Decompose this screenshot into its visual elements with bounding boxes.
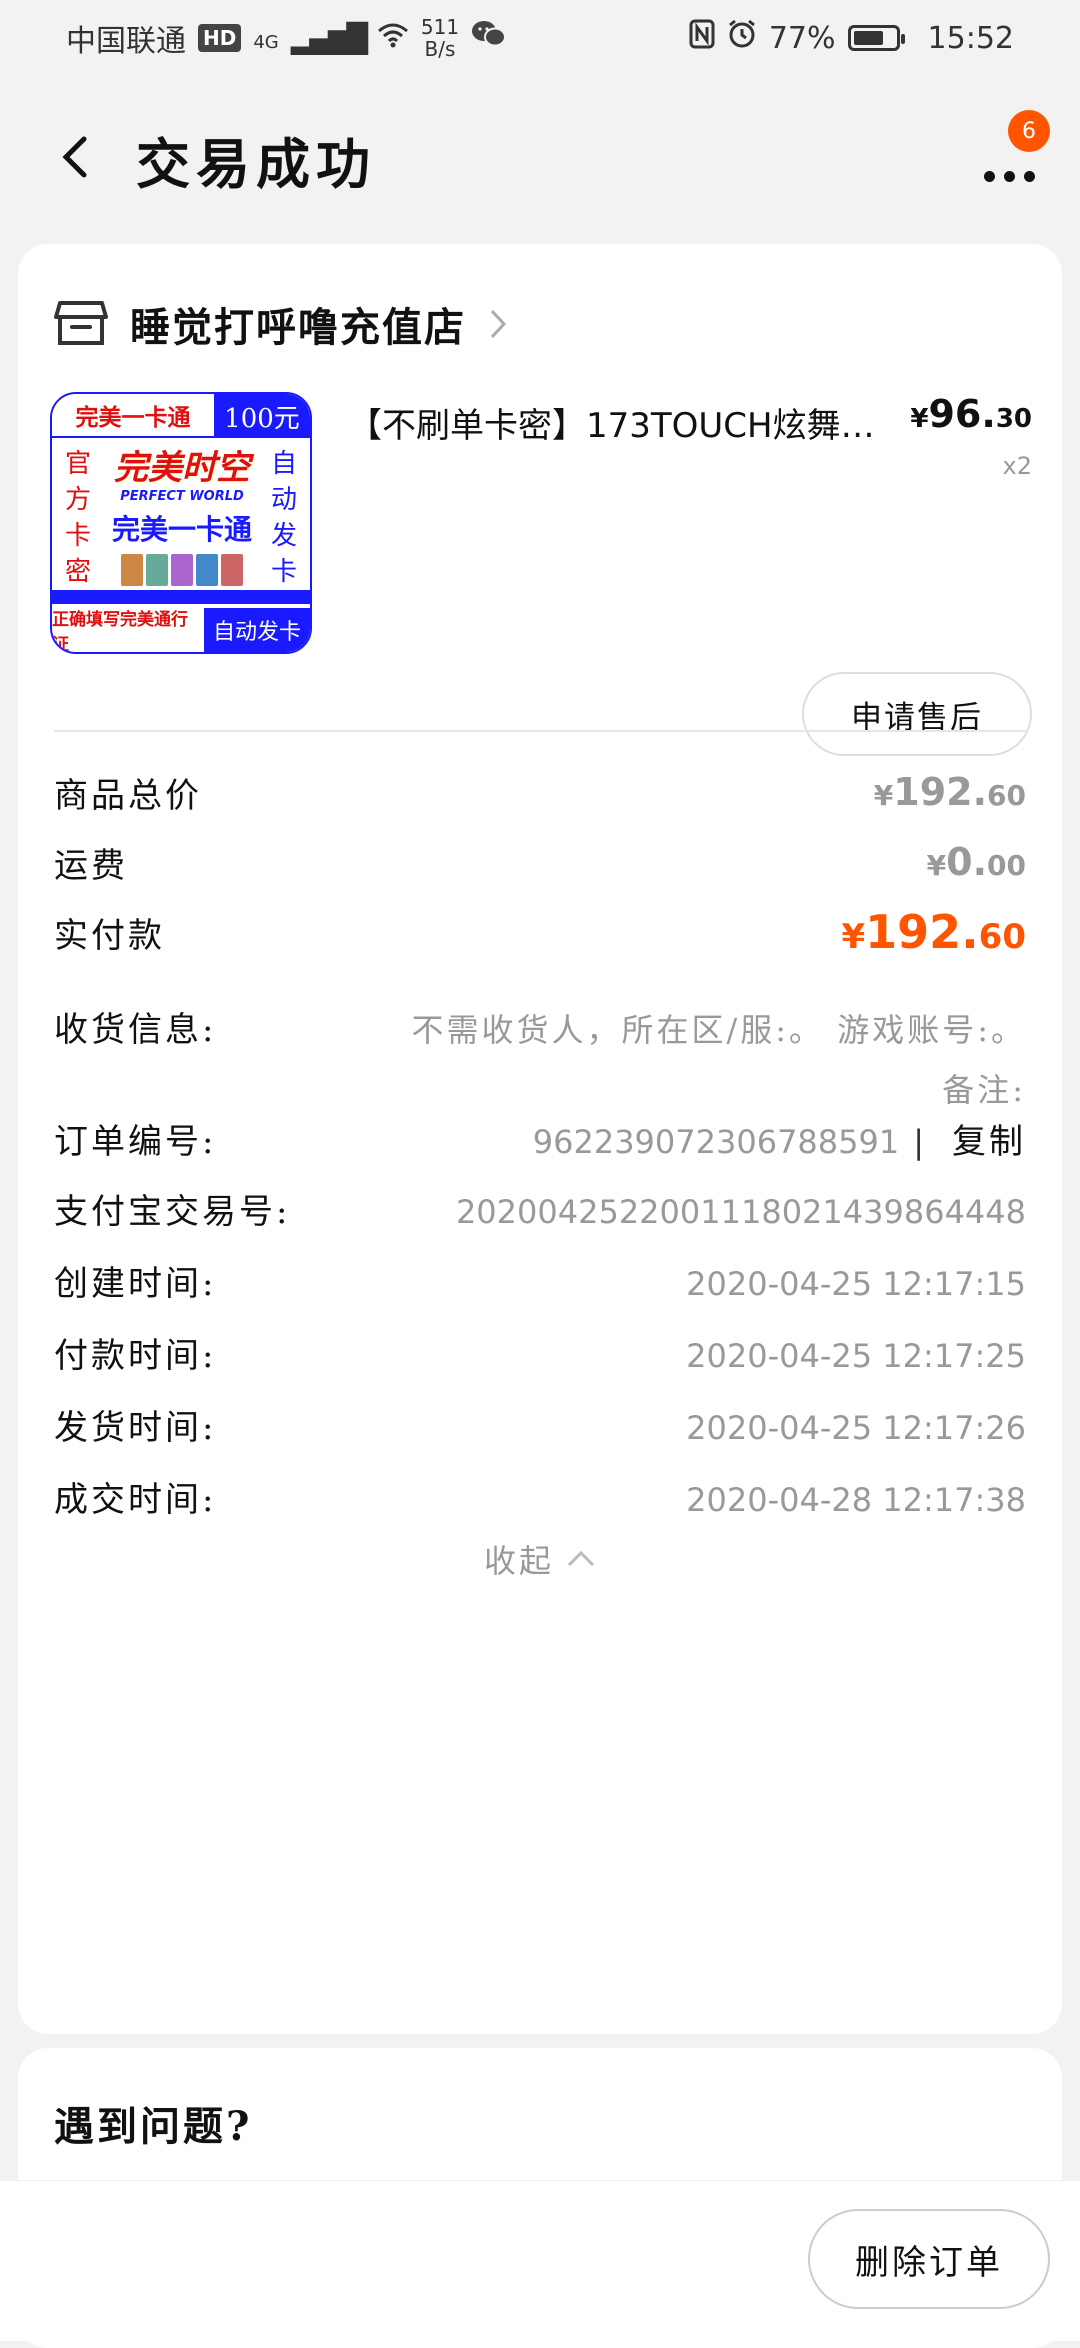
- more-icon: [983, 170, 1035, 182]
- order-number-label: 订单编号:: [54, 1122, 217, 1162]
- shipped-time-row: 发货时间: 2020-04-25 12:17:26: [54, 1398, 1026, 1458]
- status-bar-left: 中国联通 HD 4G ▂▄▆█ 511 B/s: [66, 16, 507, 60]
- image-text-bottom-right: 自动发卡: [204, 608, 310, 652]
- image-thumbnails: [102, 554, 262, 586]
- delivery-info-row: 收货信息: 不需收货人，所在区/服:。 游戏账号:。 备注:: [54, 1000, 1026, 1120]
- alarm-icon: [727, 19, 757, 57]
- status-bar: 中国联通 HD 4G ▂▄▆█ 511 B/s 77% 15:52: [0, 0, 1080, 76]
- paid-value: ¥192.60: [841, 905, 1027, 959]
- after-sale-button[interactable]: 申请售后: [802, 672, 1032, 756]
- copy-button[interactable]: 复制: [952, 1122, 1026, 1162]
- shop-link[interactable]: 睡觉打呼噜充值店: [54, 284, 508, 364]
- nav-bar: 交易成功 6: [0, 100, 1080, 220]
- delete-order-button[interactable]: 删除订单: [808, 2209, 1050, 2309]
- goods-total-label: 商品总价: [54, 775, 202, 816]
- created-time-row: 创建时间: 2020-04-25 12:17:15: [54, 1254, 1026, 1314]
- shipping-value: ¥0.00: [926, 840, 1026, 884]
- paid-time-row: 付款时间: 2020-04-25 12:17:25: [54, 1326, 1026, 1386]
- back-button[interactable]: [40, 122, 110, 192]
- closed-time-value: 2020-04-28 12:17:38: [686, 1481, 1026, 1519]
- store-icon: [54, 301, 108, 345]
- shop-name: 睡觉打呼噜充值店: [130, 304, 466, 351]
- wechat-icon: [471, 19, 507, 57]
- image-text-bottom-left: 正确填写完美通行证: [52, 610, 188, 654]
- notification-badge: 6: [1008, 110, 1050, 152]
- shipped-time-label: 发货时间:: [54, 1408, 217, 1448]
- shipping-label: 运费: [54, 845, 128, 886]
- closed-time-row: 成交时间: 2020-04-28 12:17:38: [54, 1470, 1026, 1530]
- shipping-row: 运费 ¥0.00: [54, 832, 1026, 892]
- divider: [54, 730, 1026, 732]
- hd-icon: HD: [198, 24, 242, 52]
- product-quantity: x2: [1002, 452, 1032, 480]
- speed-value: 511: [420, 15, 460, 39]
- more-button[interactable]: 6: [974, 110, 1050, 196]
- closed-time-label: 成交时间:: [54, 1480, 217, 1520]
- shipped-time-value: 2020-04-25 12:17:26: [686, 1409, 1026, 1447]
- chevron-left-icon: [62, 136, 87, 178]
- image-text-top-left: 完美一卡通: [52, 394, 214, 438]
- alipay-number-row: 支付宝交易号: 2020042522001118021439864448: [54, 1182, 1026, 1242]
- chevron-right-icon: [490, 309, 507, 339]
- created-time-value: 2020-04-25 12:17:15: [686, 1265, 1026, 1303]
- product-price: ¥96.30: [910, 392, 1032, 436]
- product-image[interactable]: 完美一卡通 100元 官方卡密 自动发卡 完美时空 PERFECT WORLD …: [50, 392, 312, 654]
- image-text-right: 自动发卡: [270, 449, 297, 587]
- clock: 15:52: [927, 20, 1014, 56]
- created-time-label: 创建时间:: [54, 1264, 217, 1304]
- product-title[interactable]: 【不刷单卡密】173TOUCH炫舞时代一卡通点卡: [348, 398, 904, 447]
- paid-row: 实付款 ¥192.60: [54, 902, 1026, 962]
- image-text-middle: 完美一卡通: [111, 513, 252, 546]
- chevron-up-icon: [567, 1550, 595, 1567]
- goods-total-row: 商品总价 ¥192.60: [54, 762, 1026, 822]
- delivery-label: 收货信息:: [54, 1010, 217, 1050]
- delivery-value: 不需收货人，所在区/服:。 游戏账号:。 备注:: [411, 1011, 1026, 1109]
- bottom-action-bar: 删除订单: [0, 2180, 1080, 2341]
- paid-label: 实付款: [54, 915, 165, 956]
- order-number-row: 订单编号: 962239072306788591 | 复制: [54, 1112, 1026, 1172]
- paid-time-label: 付款时间:: [54, 1336, 217, 1376]
- image-text-top-right: 100元: [214, 394, 310, 438]
- image-text-left: 官方卡密: [64, 449, 91, 587]
- battery-icon: [847, 25, 905, 51]
- collapse-label: 收起: [483, 1542, 554, 1580]
- network-speed: 511 B/s: [421, 16, 459, 60]
- image-strip: [52, 590, 310, 604]
- image-logo-sub: PERFECT WORLD: [120, 489, 244, 504]
- alipay-number-label: 支付宝交易号:: [54, 1192, 291, 1232]
- speed-unit: B/s: [424, 37, 456, 61]
- wifi-icon: [377, 21, 409, 56]
- collapse-button[interactable]: 收起: [18, 1536, 1062, 1582]
- alipay-number-value: 2020042522001118021439864448: [455, 1193, 1026, 1231]
- status-bar-right: 77% 15:52: [689, 19, 1014, 57]
- network-label: 4G: [253, 32, 279, 53]
- image-logo: 完美时空: [114, 448, 250, 488]
- order-card: 睡觉打呼噜充值店 完美一卡通 100元 官方卡密 自动发卡 完美时空 PERFE…: [18, 244, 1062, 2034]
- paid-time-value: 2020-04-25 12:17:25: [686, 1337, 1026, 1375]
- nfc-icon: [689, 19, 715, 57]
- battery-percent: 77%: [768, 20, 836, 56]
- signal-icon: ▂▄▆█: [290, 21, 368, 55]
- carrier-label: 中国联通: [66, 24, 186, 59]
- goods-total-value: ¥192.60: [873, 770, 1026, 814]
- page-title: 交易成功: [136, 132, 376, 196]
- order-number-value: 962239072306788591 | 复制: [532, 1122, 1026, 1162]
- problem-title: 遇到问题?: [54, 2103, 253, 2150]
